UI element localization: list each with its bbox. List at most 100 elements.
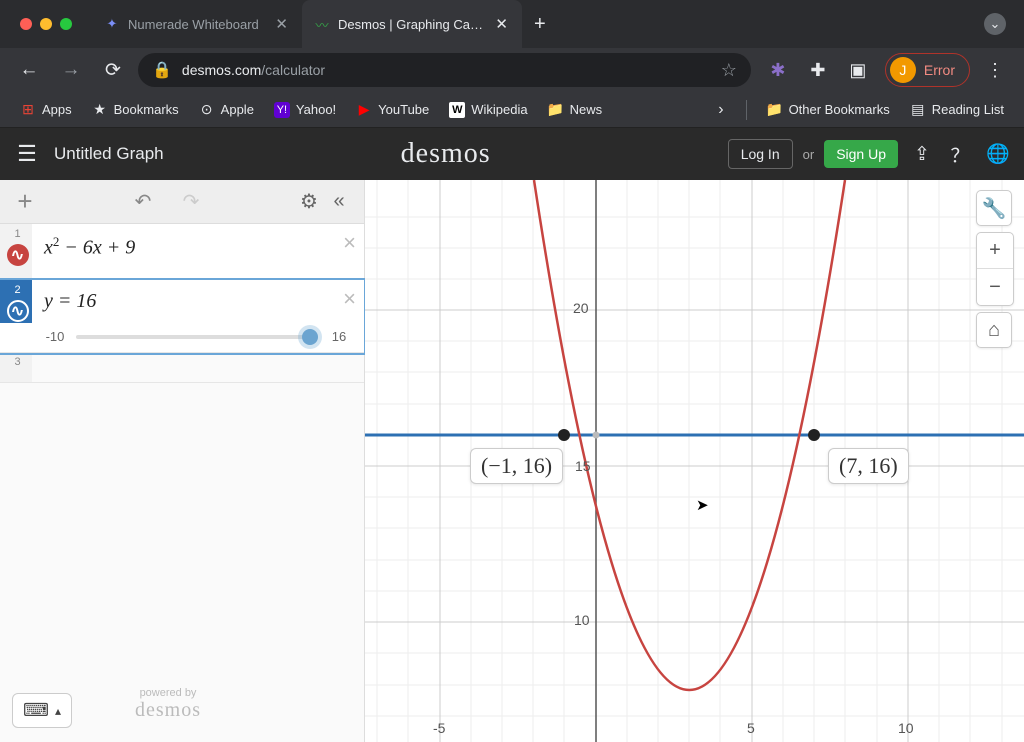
keyboard-toggle-button[interactable]: ⌨ ▴	[12, 693, 72, 728]
login-button[interactable]: Log In	[728, 139, 793, 169]
color-swatch-icon[interactable]: ∿	[7, 300, 29, 322]
url-text: desmos.com/calculator	[182, 62, 711, 78]
reading-list-icon: ▤	[910, 102, 926, 118]
tab-numerade[interactable]: ✦ Numerade Whiteboard ✕	[92, 0, 302, 48]
zoom-out-button[interactable]: −	[977, 269, 1013, 305]
expression-index: 1	[14, 228, 20, 240]
slider-thumb[interactable]	[302, 329, 318, 345]
forward-button[interactable]: →	[54, 53, 88, 87]
slider[interactable]	[76, 335, 318, 339]
numerade-favicon: ✦	[104, 16, 120, 32]
bookmark-wikipedia[interactable]: W Wikipedia	[441, 98, 535, 122]
address-bar[interactable]: 🔒 desmos.com/calculator ☆	[138, 53, 751, 87]
extensions-puzzle-icon[interactable]: ✚	[807, 59, 829, 81]
bookmark-apps[interactable]: ⊞Apps	[12, 98, 80, 122]
powered-text: powered by	[135, 687, 201, 699]
axis-label: 5	[747, 720, 755, 736]
folder-icon: 📁	[767, 102, 783, 118]
bookmark-news[interactable]: 📁News	[540, 98, 611, 122]
add-expression-button[interactable]: +	[10, 187, 40, 217]
new-tab-button[interactable]: +	[522, 0, 558, 48]
bookmark-youtube[interactable]: ▶ YouTube	[348, 98, 437, 122]
apps-grid-icon: ⊞	[20, 102, 36, 118]
slider-max[interactable]: 16	[326, 329, 352, 344]
settings-gear-icon[interactable]: ⚙	[294, 187, 324, 217]
axis-label: 10	[898, 720, 914, 736]
or-text: or	[803, 147, 815, 162]
close-icon[interactable]: ✕	[493, 13, 510, 35]
star-icon: ★	[92, 102, 108, 118]
delete-expression-icon[interactable]: ×	[343, 230, 356, 256]
avatar: J	[890, 57, 916, 83]
bookmark-apple[interactable]: ⊙Apple	[191, 98, 262, 122]
youtube-icon: ▶	[356, 102, 372, 118]
language-globe-icon[interactable]: 🌐	[984, 142, 1012, 166]
chrome-menu-icon[interactable]: ⋮	[978, 60, 1012, 81]
tab-title: Numerade Whiteboard	[128, 17, 265, 32]
expression-input[interactable]: y = 16	[32, 280, 364, 323]
collapse-panel-icon[interactable]: «	[324, 187, 354, 217]
bookmark-reading-list[interactable]: ▤ Reading List	[902, 98, 1012, 122]
lock-icon: 🔒	[152, 60, 172, 80]
delete-expression-icon[interactable]: ×	[343, 286, 356, 312]
expression-row[interactable]: 1 ∿ x2 − 6x + 9 ×	[0, 224, 364, 280]
back-button[interactable]: ←	[12, 53, 46, 87]
share-icon[interactable]: ⇪	[908, 143, 936, 166]
help-icon[interactable]: ？	[946, 141, 974, 168]
window-close[interactable]	[20, 18, 32, 30]
expression-input[interactable]: x2 − 6x + 9	[32, 224, 364, 279]
bookmark-other[interactable]: 📁Other Bookmarks	[759, 98, 898, 122]
slider-min[interactable]: -10	[42, 329, 68, 344]
expression-row-empty[interactable]: 3	[0, 353, 364, 383]
graph-canvas[interactable]: 20 15 10 -5 5 10 (−1, 16) (7, 16) ➤ 🔧 + …	[365, 180, 1024, 742]
expression-index: 3	[14, 356, 20, 368]
zoom-in-button[interactable]: +	[977, 233, 1013, 269]
bookmark-bookmarks[interactable]: ★ Bookmarks	[84, 98, 187, 122]
tab-desmos[interactable]: 〰 Desmos | Graphing Calculator ✕	[302, 0, 522, 48]
extension-icon[interactable]: ✱	[767, 59, 789, 81]
bookmark-star-icon[interactable]: ☆	[721, 60, 737, 81]
desmos-favicon: 〰	[314, 16, 330, 32]
cast-icon[interactable]: ▣	[847, 59, 869, 81]
wrench-settings-icon[interactable]: 🔧	[976, 190, 1012, 226]
signup-button[interactable]: Sign Up	[824, 140, 898, 168]
undo-button[interactable]: ↶	[128, 187, 158, 217]
bookmark-overflow-icon[interactable]: ›	[708, 101, 733, 119]
point-label: (7, 16)	[828, 448, 909, 484]
expression-index: 2	[14, 284, 20, 296]
graph-title[interactable]: Untitled Graph	[54, 144, 164, 164]
wikipedia-icon: W	[449, 102, 465, 118]
profile-status: Error	[924, 62, 955, 78]
menu-icon[interactable]: ☰	[12, 141, 42, 167]
home-zoom-button[interactable]: ⌂	[976, 312, 1012, 348]
reload-button[interactable]: ⟳	[96, 53, 130, 87]
bookmark-label: Yahoo!	[296, 102, 336, 117]
keyboard-icon: ⌨	[23, 700, 49, 721]
axis-label: 15	[575, 458, 591, 474]
apple-icon: ⊙	[199, 102, 215, 118]
bookmark-label: YouTube	[378, 102, 429, 117]
folder-icon: 📁	[548, 102, 564, 118]
bookmark-label: Reading List	[932, 102, 1004, 117]
axis-label: -5	[433, 720, 445, 736]
expression-panel: + ↶ ↷ ⚙ « 1 ∿ x2 − 6x + 9 × 2 ∿ y = 16 × -…	[0, 180, 365, 742]
divider	[746, 100, 747, 120]
window-zoom[interactable]	[60, 18, 72, 30]
axis-label: 20	[573, 300, 589, 316]
redo-button[interactable]: ↷	[176, 187, 206, 217]
powered-logo: desmos	[135, 699, 201, 722]
yahoo-icon: Y!	[274, 102, 290, 118]
tab-title: Desmos | Graphing Calculator	[338, 17, 485, 32]
window-menu-icon[interactable]: ⌄	[984, 13, 1006, 35]
profile-button[interactable]: J Error	[885, 53, 970, 87]
color-swatch-icon[interactable]: ∿	[7, 244, 29, 266]
bookmark-yahoo[interactable]: Y! Yahoo!	[266, 98, 344, 122]
close-icon[interactable]: ✕	[273, 13, 290, 35]
chevron-up-icon: ▴	[55, 704, 61, 718]
window-minimize[interactable]	[40, 18, 52, 30]
axis-label: 10	[574, 612, 590, 628]
bookmark-label: Wikipedia	[471, 102, 527, 117]
bookmark-label: Bookmarks	[114, 102, 179, 117]
expression-row[interactable]: 2 ∿ y = 16 × -10 16	[0, 280, 364, 353]
desmos-logo: desmos	[176, 138, 716, 170]
